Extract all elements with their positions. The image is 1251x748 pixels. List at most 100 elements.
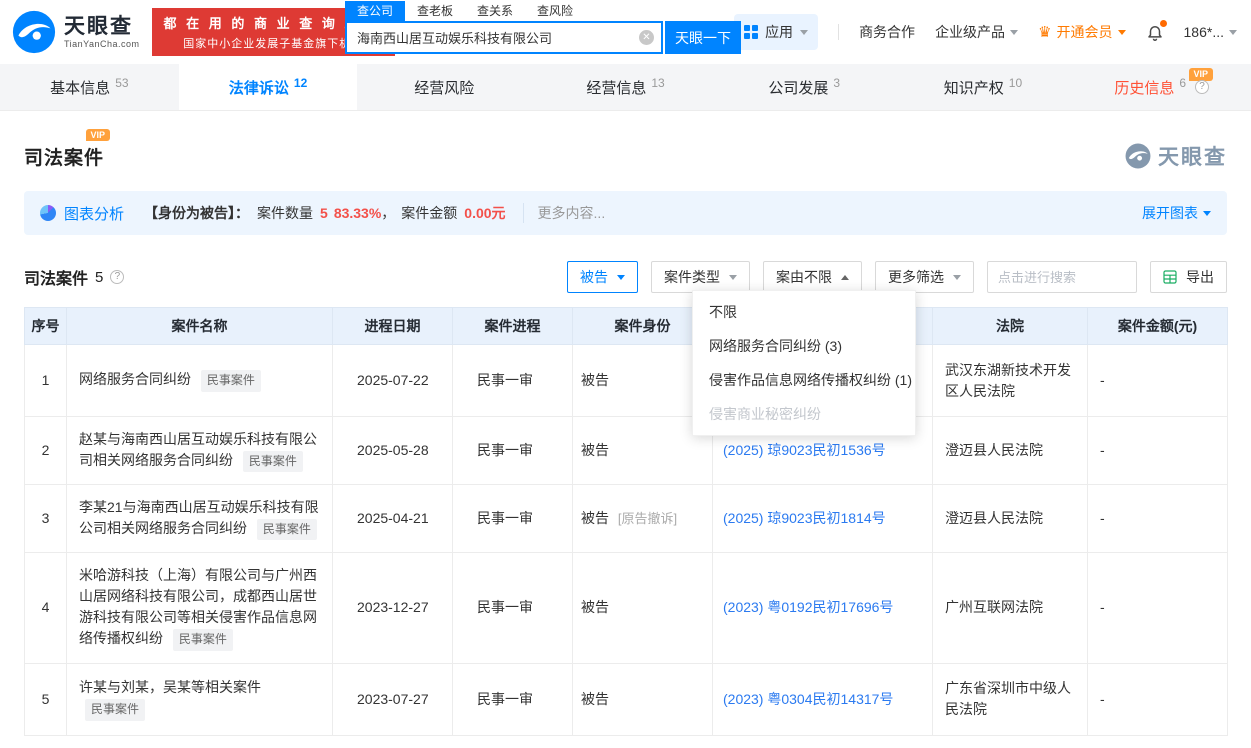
filter-case-type-button[interactable]: 案件类型 bbox=[651, 261, 750, 293]
apps-menu-label: 应用 bbox=[765, 24, 794, 40]
case-type-tag: 民事案件 bbox=[242, 451, 303, 473]
cell-amount: - bbox=[1087, 415, 1228, 486]
cell-case-progress: 民事一审 bbox=[452, 484, 573, 554]
clear-input-icon[interactable] bbox=[639, 30, 654, 45]
watermark-eye-icon bbox=[1125, 143, 1151, 169]
case-type-tag: 民事案件 bbox=[172, 629, 233, 651]
filter-more-button[interactable]: 更多筛选 bbox=[875, 261, 974, 293]
chevron-down-icon bbox=[1010, 29, 1019, 35]
search-tab-company[interactable]: 查公司 bbox=[345, 1, 406, 21]
enterprise-products-menu[interactable]: 企业级产品 bbox=[935, 22, 1019, 42]
tab-history-info[interactable]: VIP 历史信息 6 bbox=[1072, 64, 1251, 110]
tab-label: 历史信息 bbox=[1114, 79, 1175, 97]
case-amount-value: 0.00元 bbox=[464, 205, 506, 221]
cell-court: 广州互联网法院 bbox=[932, 552, 1088, 664]
chart-analysis-link[interactable]: 图表分析 bbox=[64, 203, 124, 224]
account-menu[interactable]: 186*... bbox=[1184, 24, 1237, 40]
cell-case-number: (2023) 粤0304民初14317号 bbox=[712, 662, 933, 736]
filter-role-button[interactable]: 被告 bbox=[567, 261, 638, 293]
cell-case-role: 被告 bbox=[572, 662, 713, 736]
filter-case-type-label: 案件类型 bbox=[664, 269, 720, 285]
col-amount: 案件金额(元) bbox=[1087, 307, 1228, 345]
chevron-down-icon bbox=[1229, 29, 1237, 35]
table-header-row: 序号 案件名称 进程日期 案件进程 案件身份 案号 法院 案件金额(元) bbox=[24, 307, 1228, 345]
cell-index: 2 bbox=[24, 415, 67, 486]
expand-chart-link[interactable]: 展开图表 bbox=[1142, 203, 1211, 223]
search-tab-relation[interactable]: 查关系 bbox=[465, 1, 525, 21]
business-cooperation-link[interactable]: 商务合作 bbox=[859, 22, 915, 42]
header-right: 应用 商务合作 企业级产品 开通会员 186*... bbox=[734, 14, 1239, 50]
judicial-cases-card: VIP 司法案件 天眼查 图表分析 【身份为被告】： 案件数量 5 83.33%… bbox=[0, 111, 1251, 748]
expand-chart-label: 展开图表 bbox=[1142, 205, 1198, 221]
header-divider bbox=[838, 24, 840, 40]
tab-label: 经营风险 bbox=[414, 79, 475, 97]
cell-amount: - bbox=[1087, 344, 1228, 417]
notifications-bell[interactable] bbox=[1146, 20, 1167, 42]
case-number-link[interactable]: (2025) 琼9023民初1814号 bbox=[723, 510, 886, 526]
role-text: 被告 bbox=[581, 599, 609, 616]
case-count-label: 案件数量 bbox=[257, 205, 314, 221]
more-content-link[interactable]: 更多内容... bbox=[522, 203, 605, 223]
tab-count: 13 bbox=[651, 76, 665, 90]
logo-text-cn: 天眼查 bbox=[64, 15, 133, 39]
search-tabs: 查公司 查老板 查关系 查风险 bbox=[345, 1, 741, 21]
company-search-input[interactable] bbox=[345, 21, 663, 54]
cell-index: 3 bbox=[24, 484, 67, 554]
export-button[interactable]: 导出 bbox=[1150, 261, 1227, 293]
tab-count: 6 bbox=[1179, 76, 1187, 90]
col-court: 法院 bbox=[932, 307, 1088, 345]
tab-intellectual-property[interactable]: 知识产权 10 bbox=[894, 64, 1073, 110]
tab-business-info[interactable]: 经营信息 13 bbox=[536, 64, 715, 110]
search-tab-boss[interactable]: 查老板 bbox=[405, 1, 465, 21]
list-search-input[interactable] bbox=[987, 261, 1137, 293]
tianyancha-logo[interactable]: 天眼查 TianYanCha.com bbox=[12, 10, 140, 54]
apps-menu-button[interactable]: 应用 bbox=[734, 14, 819, 50]
cell-amount: - bbox=[1087, 552, 1228, 664]
col-index: 序号 bbox=[24, 307, 67, 345]
company-section-tabs: 基本信息 53 法律诉讼 12 经营风险 经营信息 13 公司发展 3 知识产权… bbox=[0, 64, 1251, 111]
tab-operational-risk[interactable]: 经营风险 bbox=[357, 64, 536, 110]
case-type-tag: 民事案件 bbox=[200, 370, 261, 392]
cell-case-name: 米哈游科技（上海）有限公司与广州西山居网络科技有限公司，成都西山居世游科技有限公… bbox=[66, 552, 333, 664]
tab-count: 12 bbox=[293, 76, 308, 90]
filter-more-label: 更多筛选 bbox=[888, 269, 944, 285]
cell-case-role: 被告 [原告撤诉] bbox=[572, 484, 713, 554]
dropdown-option-infringement-dissemination[interactable]: 侵害作品信息网络传播权纠纷 (1) bbox=[693, 363, 915, 397]
export-excel-icon bbox=[1163, 270, 1177, 284]
cases-table: 序号 案件名称 进程日期 案件进程 案件身份 案号 法院 案件金额(元) 1 网… bbox=[24, 307, 1228, 736]
help-icon[interactable] bbox=[110, 270, 125, 284]
cell-case-progress: 民事一审 bbox=[452, 552, 573, 664]
apps-grid-icon bbox=[744, 25, 759, 39]
case-type-tag: 民事案件 bbox=[256, 519, 317, 541]
filter-case-cause-button[interactable]: 案由不限 bbox=[763, 261, 862, 293]
dropdown-option-unlimited[interactable]: 不限 bbox=[693, 295, 915, 329]
search-tab-risk[interactable]: 查风险 bbox=[525, 1, 585, 21]
dropdown-option-network-service-contract[interactable]: 网络服务合同纠纷 (3) bbox=[693, 329, 915, 363]
help-icon[interactable] bbox=[1195, 80, 1210, 94]
case-number-link[interactable]: (2025) 琼9023民初1536号 bbox=[723, 442, 886, 458]
chart-analysis-bar: 图表分析 【身份为被告】： 案件数量 5 83.33% ， 案件金额 0.00元… bbox=[24, 191, 1227, 235]
tab-basic-info[interactable]: 基本信息 53 bbox=[0, 64, 179, 110]
chevron-down-icon bbox=[1117, 29, 1126, 35]
cell-court: 武汉东湖新技术开发区人民法院 bbox=[932, 344, 1088, 417]
case-count-value: 5 bbox=[320, 205, 328, 221]
table-row: 4 米哈游科技（上海）有限公司与广州西山居网络科技有限公司，成都西山居世游科技有… bbox=[24, 552, 1228, 664]
tab-count: 10 bbox=[1008, 76, 1023, 90]
case-number-link[interactable]: (2023) 粤0304民初14317号 bbox=[723, 691, 893, 707]
tab-legal-litigation[interactable]: 法律诉讼 12 bbox=[178, 64, 358, 110]
open-membership-menu[interactable]: 开通会员 bbox=[1038, 22, 1126, 42]
cell-case-name: 李某21与海南西山居互动娱乐科技有限公司相关网络服务合同纠纷 民事案件 bbox=[66, 484, 333, 554]
case-type-tag: 民事案件 bbox=[85, 699, 146, 721]
tab-company-development[interactable]: 公司发展 3 bbox=[715, 64, 894, 110]
cell-index: 4 bbox=[24, 552, 67, 664]
table-row: 3 李某21与海南西山居互动娱乐科技有限公司相关网络服务合同纠纷 民事案件 20… bbox=[24, 484, 1228, 554]
cell-court: 广东省深圳市中级人民法院 bbox=[932, 662, 1088, 736]
search-button[interactable]: 天眼一下 bbox=[665, 21, 741, 54]
case-cause-dropdown-menu: 不限 网络服务合同纠纷 (3) 侵害作品信息网络传播权纠纷 (1) 侵害商业秘密… bbox=[692, 290, 916, 436]
tab-count: 3 bbox=[833, 76, 841, 90]
tab-label: 法律诉讼 bbox=[228, 79, 289, 97]
case-number-link[interactable]: (2023) 粤0192民初17696号 bbox=[723, 599, 893, 615]
case-name-text: 许某与刘某，吴某等相关案件 bbox=[79, 679, 261, 696]
list-count: 5 bbox=[95, 268, 104, 286]
cell-progress-date: 2023-07-27 bbox=[332, 662, 453, 736]
